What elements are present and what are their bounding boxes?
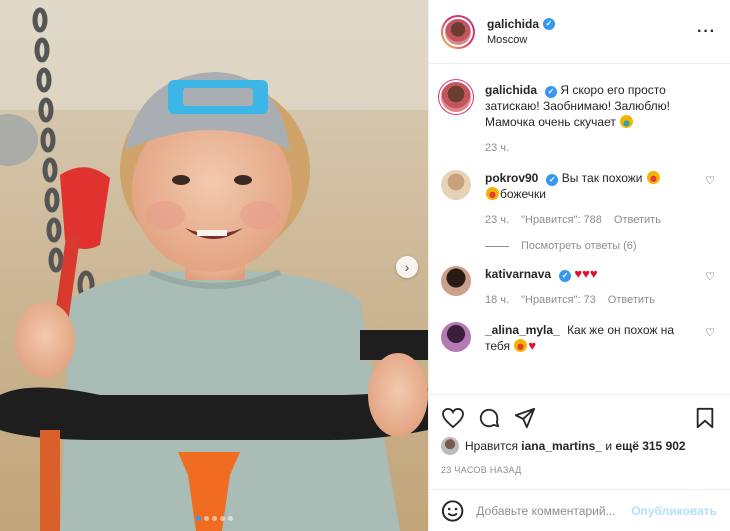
comments-list: galichida ✓ Я скоро его просто затискаю! … — [429, 64, 730, 394]
comment-time: 23 ч. — [485, 214, 510, 226]
share-paper-plane-icon[interactable] — [513, 406, 537, 430]
carousel-dot — [227, 516, 233, 521]
post-photo — [0, 0, 428, 531]
more-dots-icon[interactable]: ··· — [697, 23, 716, 41]
comment-bubble-icon[interactable] — [477, 406, 501, 430]
comment-text-line2: божечки — [500, 187, 546, 201]
verified-badge-icon: ✓ — [545, 86, 558, 98]
reply-button[interactable]: Ответить — [608, 292, 655, 308]
comment-meta: 23 ч. "Нравится": 788 Ответить — [485, 212, 697, 228]
comment-item: kativarnava ✓ ♥♥♥ 18 ч. "Нравится": 73 От… — [441, 266, 717, 308]
comment-text: Вы так похожи — [561, 171, 643, 185]
comment-meta: 18 ч. "Нравится": 73 Ответить — [485, 292, 697, 308]
author-username[interactable]: galichida ✓ — [487, 17, 556, 31]
post-actions: Нравится iana_martins_ и ещё 315 902 23 … — [429, 394, 730, 475]
post-location[interactable]: Moscow — [487, 34, 697, 46]
add-comment-bar: Опубликовать — [429, 489, 730, 531]
comment-body: _alina_myla_ Как же он похож на тебя ♥ — [485, 322, 717, 354]
caption-body: galichida ✓ Я скоро его просто затискаю! … — [485, 82, 717, 156]
replies-divider — [485, 245, 509, 247]
comment-username[interactable]: _alina_myla_ — [485, 323, 560, 337]
red-heart-emoji-icon: ♥ — [582, 266, 590, 281]
emoji-smiley-icon[interactable] — [441, 499, 464, 523]
caption-time: 23 ч. — [485, 142, 510, 154]
caption-username[interactable]: galichida — [485, 83, 537, 97]
comment-avatar[interactable] — [441, 322, 471, 352]
carousel-dot — [219, 516, 225, 521]
heart-eyes-emoji-icon — [514, 339, 528, 352]
action-icons — [441, 405, 717, 431]
liked-by-user[interactable]: iana_martins_ — [521, 439, 602, 453]
reply-button[interactable]: Ответить — [614, 212, 661, 228]
comment-body: kativarnava ✓ ♥♥♥ 18 ч. "Нравится": 73 От… — [485, 266, 717, 308]
caption-avatar[interactable] — [441, 82, 471, 112]
comment-item: _alina_myla_ Как же он похож на тебя ♥ ♡ — [441, 322, 717, 354]
like-heart-icon[interactable] — [441, 406, 465, 430]
red-heart-emoji-icon: ♥ — [589, 266, 598, 281]
red-heart-emoji-icon: ♥ — [528, 338, 537, 353]
publish-button[interactable]: Опубликовать — [631, 504, 717, 518]
comment-username[interactable]: pokrov90 — [485, 171, 538, 185]
heart-eyes-emoji-icon — [486, 187, 499, 200]
instagram-post: › galichida ✓ Moscow ··· galichida ✓ Я с… — [0, 0, 730, 531]
bookmark-icon[interactable] — [693, 406, 717, 430]
comment-input[interactable] — [476, 503, 632, 518]
liker-avatar[interactable] — [441, 437, 459, 455]
carousel-dots — [0, 516, 428, 521]
post-media: › — [0, 0, 428, 531]
comment-likes[interactable]: "Нравится": 73 — [521, 292, 596, 308]
post-header: galichida ✓ Moscow ··· — [429, 0, 730, 64]
comment-avatar[interactable] — [441, 170, 471, 200]
crying-face-icon — [620, 115, 634, 128]
comment-time: 18 ч. — [485, 294, 510, 306]
view-replies-label: Посмотреть ответы (6) — [521, 240, 637, 252]
view-replies-button[interactable]: Посмотреть ответы (6) — [485, 240, 717, 252]
comment-body: pokrov90 ✓ Вы так похожи божечки 23 ч. "Н… — [485, 170, 717, 228]
post-sidebar: galichida ✓ Moscow ··· galichida ✓ Я скоро… — [428, 0, 730, 531]
red-heart-emoji-icon: ♥ — [574, 266, 583, 281]
caption: galichida ✓ Я скоро его просто затискаю! … — [441, 82, 717, 156]
heart-eyes-emoji-icon — [646, 171, 660, 184]
comment-like-heart-icon[interactable]: ♡ — [705, 326, 715, 339]
verified-badge-icon: ✓ — [543, 18, 556, 30]
likes-mid: и — [605, 439, 613, 453]
carousel-dot — [203, 516, 209, 521]
carousel-dot — [195, 516, 201, 521]
comment-avatar[interactable] — [441, 266, 471, 296]
comment-like-heart-icon[interactable]: ♡ — [705, 270, 715, 283]
post-timestamp[interactable]: 23 ЧАСОВ НАЗАД — [441, 465, 717, 475]
verified-badge-icon: ✓ — [559, 270, 572, 282]
comment-likes[interactable]: "Нравится": 788 — [521, 212, 602, 228]
likes-count[interactable]: ещё 315 902 — [615, 439, 685, 453]
comment-username[interactable]: kativarnava — [485, 267, 551, 281]
likes-summary: Нравится iana_martins_ и ещё 315 902 — [441, 437, 717, 455]
comment-like-heart-icon[interactable]: ♡ — [705, 174, 715, 187]
likes-prefix: Нравится — [465, 439, 518, 453]
author-avatar[interactable] — [441, 14, 475, 49]
comment-item: pokrov90 ✓ Вы так похожи божечки 23 ч. "Н… — [441, 170, 717, 228]
caption-meta: 23 ч. — [485, 140, 697, 156]
next-slide-button[interactable]: › — [396, 256, 418, 278]
author-info: galichida ✓ Moscow — [487, 17, 697, 46]
verified-badge-icon: ✓ — [546, 174, 559, 186]
carousel-dot — [211, 516, 217, 521]
